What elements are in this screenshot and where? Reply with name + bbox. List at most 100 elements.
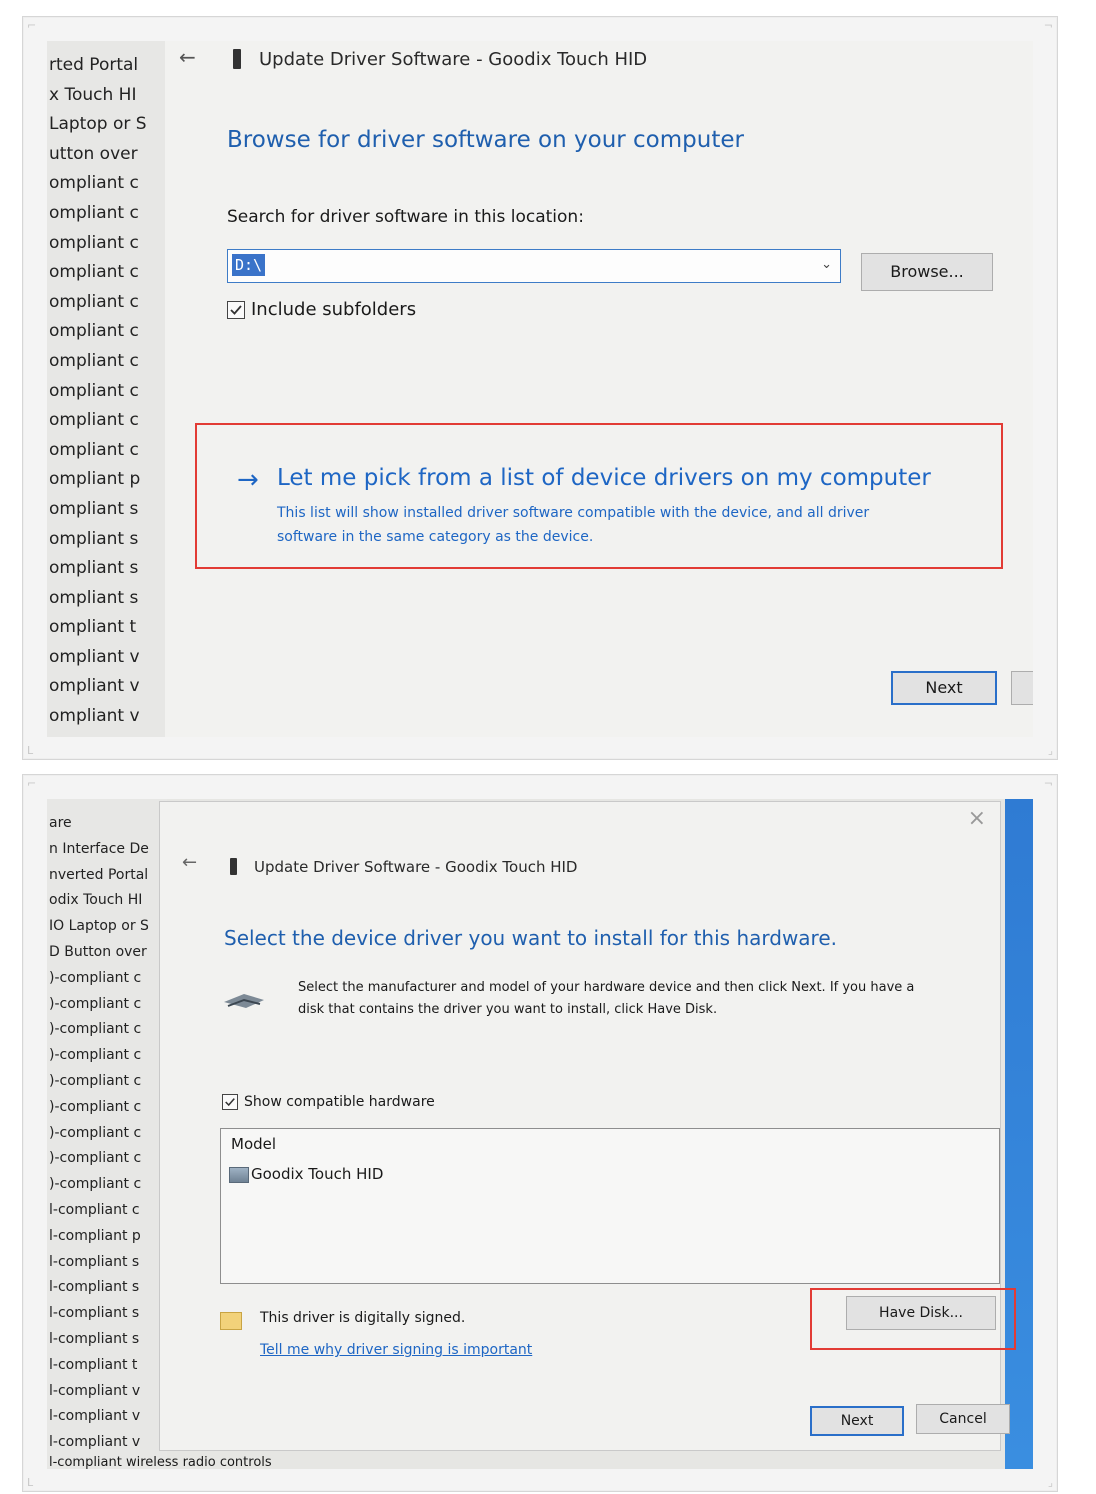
background-list-item: ompliant s — [49, 528, 139, 549]
background-list-item: )-compliant c — [49, 1072, 142, 1089]
instructions-line-1: Select the manufacturer and model of you… — [298, 980, 915, 995]
background-list-item: n Interface De — [49, 840, 149, 857]
background-list-item: l-compliant s — [49, 1253, 140, 1270]
pick-from-list-desc-2: software in the same category as the dev… — [277, 529, 594, 545]
screenshot-photo-2: ⌐ ¬ L ⌟ are n Interface De nverted Portal o… — [22, 774, 1058, 1492]
hardware-device-icon — [224, 994, 264, 1008]
pick-from-list-desc-1: This list will show installed driver sof… — [277, 505, 870, 521]
model-column-header[interactable]: Model — [231, 1135, 276, 1153]
background-list-item: )-compliant c — [49, 1047, 142, 1064]
background-list-item: )-compliant c — [49, 969, 142, 986]
driver-signing-link[interactable]: Tell me why driver signing is important — [260, 1342, 532, 1358]
background-list-item: )-compliant c — [49, 1021, 142, 1038]
background-list-item: ompliant s — [49, 587, 139, 608]
background-list-item: ompliant c — [49, 410, 139, 431]
include-subfolders-label[interactable]: Include subfolders — [251, 299, 416, 320]
corner-mark: ⌐ — [27, 777, 37, 790]
background-list-item: nverted Portal — [49, 866, 149, 883]
background-list-item: )-compliant c — [49, 1150, 142, 1167]
background-list-item: l-compliant v — [49, 1408, 141, 1425]
select-driver-dialog: × ← Update Driver Software - Goodix Touc… — [159, 801, 1016, 1451]
background-list-item: l-compliant p — [49, 1227, 141, 1244]
background-list-item: ompliant c — [49, 291, 139, 312]
next-button[interactable]: Next — [810, 1406, 904, 1436]
have-disk-button-label: Have Disk... — [879, 1305, 963, 1321]
dialog-heading: Browse for driver software on your compu… — [227, 127, 744, 153]
background-list-item: ompliant p — [49, 469, 141, 490]
background-list-item: l-compliant s — [49, 1279, 140, 1296]
background-list-item: )-compliant c — [49, 1176, 142, 1193]
browse-button[interactable]: Browse... — [861, 253, 993, 291]
corner-mark: ⌐ — [27, 19, 37, 32]
cancel-button[interactable]: Ca — [1011, 671, 1033, 705]
back-arrow-icon[interactable]: ← — [179, 45, 196, 69]
background-list-item: Laptop or S — [49, 114, 147, 135]
background-list-item: rted Portal — [49, 55, 139, 75]
corner-mark: L — [27, 1476, 34, 1489]
checkmark-icon — [225, 1098, 235, 1107]
background-list-item: are — [49, 815, 72, 831]
checkmark-icon — [230, 305, 242, 315]
path-combobox[interactable]: D:\ ⌄ — [227, 249, 841, 283]
background-list-item: ompliant c — [49, 380, 139, 401]
background-list-item: IO Laptop or S — [49, 918, 149, 935]
background-list-item: l-compliant s — [49, 1305, 140, 1322]
next-button-label: Next — [925, 678, 963, 697]
corner-mark: ⌟ — [1047, 1476, 1053, 1489]
have-disk-button[interactable]: Have Disk... — [846, 1296, 996, 1330]
corner-mark: ¬ — [1043, 777, 1053, 790]
next-button[interactable]: Next — [891, 671, 997, 705]
include-subfolders-checkbox[interactable] — [227, 301, 245, 319]
pick-from-list-title[interactable]: Let me pick from a list of device driver… — [277, 465, 931, 491]
background-list-item: l-compliant c — [49, 1201, 140, 1218]
next-button-label: Next — [840, 1413, 874, 1429]
device-manager-background-list: are n Interface De nverted Portal odix Touc… — [47, 799, 167, 1469]
show-compatible-label[interactable]: Show compatible hardware — [244, 1094, 435, 1110]
model-list[interactable]: Model Goodix Touch HID — [220, 1128, 1000, 1284]
update-driver-dialog: ← Update Driver Software - Goodix Touch … — [165, 41, 1033, 737]
background-list-item: ompliant v — [49, 706, 140, 727]
background-list-item: odix Touch HI — [49, 892, 143, 909]
corner-mark: L — [27, 744, 34, 757]
model-item-label[interactable]: Goodix Touch HID — [251, 1165, 383, 1183]
background-list-item: )-compliant c — [49, 1098, 142, 1115]
device-icon — [233, 49, 241, 69]
path-value[interactable]: D:\ — [232, 254, 266, 276]
corner-mark: ¬ — [1043, 19, 1053, 32]
background-list-item: ompliant c — [49, 350, 139, 371]
corner-mark: ⌟ — [1047, 744, 1053, 757]
background-list-item: ompliant s — [49, 558, 139, 579]
dialog-title: Update Driver Software - Goodix Touch HI… — [259, 49, 648, 70]
background-list-item: l-compliant v — [49, 1382, 141, 1399]
close-icon[interactable]: × — [968, 806, 986, 831]
device-icon — [230, 858, 237, 875]
pick-from-list-option[interactable]: → Let me pick from a list of device driv… — [237, 465, 997, 555]
background-list-item: ompliant t — [49, 617, 137, 638]
background-list-item: l-compliant v — [49, 1434, 141, 1451]
background-list-item: )-compliant c — [49, 1124, 142, 1141]
device-manager-background-list: rted Portal x Touch HI Laptop or S utton ov… — [47, 41, 165, 737]
background-list-item: D Button over — [49, 943, 147, 960]
dialog-heading: Select the device driver you want to ins… — [224, 926, 837, 950]
chevron-down-icon[interactable]: ⌄ — [821, 257, 832, 272]
driver-icon — [229, 1167, 249, 1183]
signed-status-text: This driver is digitally signed. — [260, 1310, 466, 1326]
background-list-item: ompliant c — [49, 439, 139, 460]
browse-button-label: Browse... — [890, 262, 964, 281]
background-bottom-item: l-compliant wireless radio controls — [49, 1455, 272, 1469]
show-compatible-checkbox[interactable] — [222, 1094, 238, 1110]
list-item[interactable]: Goodix Touch HID — [229, 1163, 429, 1187]
arrow-right-icon: → — [237, 465, 259, 495]
background-list-item: ompliant s — [49, 498, 139, 519]
background-list-item: ompliant c — [49, 232, 139, 253]
background-list-item: ompliant c — [49, 321, 139, 342]
background-list-item: ompliant c — [49, 173, 139, 194]
background-list-item: ompliant c — [49, 262, 139, 283]
back-arrow-icon[interactable]: ← — [182, 852, 197, 873]
background-list-item: ompliant v — [49, 676, 140, 697]
dialog-title: Update Driver Software - Goodix Touch HI… — [254, 858, 578, 876]
background-list-item: ompliant v — [49, 646, 140, 667]
background-list-item: l-compliant t — [49, 1356, 138, 1373]
cancel-button-label: Cancel — [939, 1411, 987, 1427]
cancel-button[interactable]: Cancel — [916, 1404, 1010, 1434]
